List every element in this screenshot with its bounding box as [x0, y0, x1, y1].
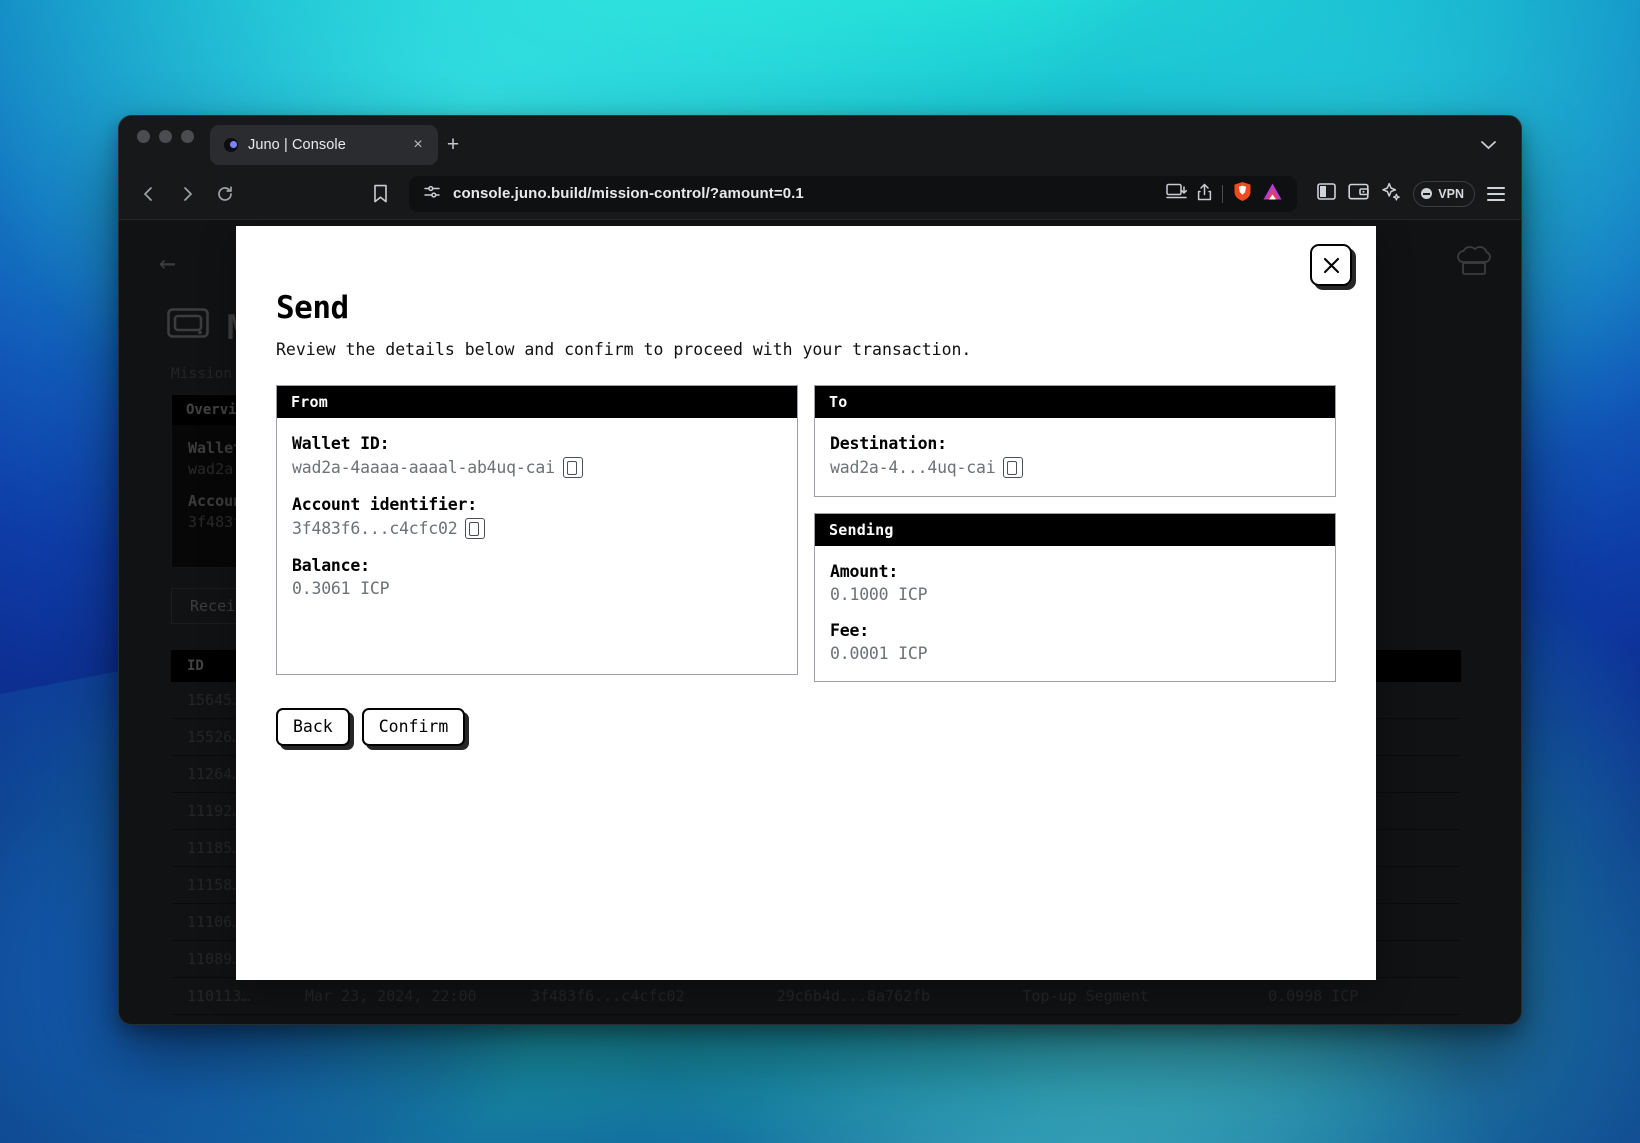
fee-value: 0.0001 ICP — [830, 644, 928, 663]
save-to-device-icon[interactable] — [1166, 183, 1188, 204]
amount-value-row: 0.1000 ICP — [830, 585, 1320, 604]
chevron-down-icon[interactable] — [1477, 134, 1499, 156]
copy-icon[interactable] — [1003, 457, 1024, 478]
back-button[interactable]: Back — [276, 708, 350, 746]
sending-card-body: Amount: 0.1000 ICP Fee: 0.0001 ICP — [815, 546, 1335, 681]
from-card-body: Wallet ID: wad2a-4aaaa-aaaal-ab4uq-cai A… — [277, 418, 797, 616]
fee-field: Fee: 0.0001 ICP — [830, 621, 1320, 663]
minimize-window-button[interactable] — [159, 129, 172, 143]
toolbar-divider — [1222, 184, 1224, 203]
copy-icon[interactable] — [562, 457, 583, 478]
to-card-header: To — [815, 386, 1335, 418]
destination-label: Destination: — [830, 434, 947, 453]
bookmark-icon[interactable] — [365, 179, 395, 209]
balance-label: Balance: — [292, 556, 370, 575]
vpn-button[interactable]: VPN — [1413, 180, 1475, 207]
close-modal-button[interactable] — [1310, 244, 1352, 286]
wallet-icon[interactable] — [1348, 182, 1370, 205]
tab-title: Juno | Console — [248, 137, 346, 153]
modal-left-column: From Wallet ID: wad2a-4aaaa-aaaal-ab4uq-… — [276, 385, 798, 682]
balance-value: 0.3061 ICP — [292, 579, 390, 598]
confirm-button[interactable]: Confirm — [361, 708, 466, 746]
maximize-window-button[interactable] — [181, 129, 194, 143]
address-bar[interactable]: console.juno.build/mission-control/?amou… — [409, 175, 1298, 212]
vpn-label: VPN — [1438, 186, 1464, 201]
sidebar-toggle-icon[interactable] — [1317, 182, 1337, 205]
modal-title: Send — [276, 290, 349, 326]
account-identifier-label: Account identifier: — [292, 495, 477, 514]
browser-window: Juno | Console × + console.juno.build/mi… — [118, 115, 1522, 1025]
copy-icon[interactable] — [465, 518, 486, 539]
destination-field: Destination: wad2a-4...4uq-cai — [830, 434, 1320, 478]
wallet-id-field: Wallet ID: wad2a-4aaaa-aaaal-ab4uq-cai — [292, 434, 782, 478]
account-identifier-value: 3f483f6...c4cfc02 — [292, 519, 458, 538]
brave-shields-icon[interactable] — [1233, 181, 1252, 206]
fee-value-row: 0.0001 ICP — [830, 644, 1320, 663]
url-text: console.juno.build/mission-control/?amou… — [453, 185, 804, 202]
address-bar-actions — [1166, 181, 1287, 206]
close-window-button[interactable] — [137, 129, 150, 143]
window-controls — [137, 116, 194, 168]
modal-actions: Back Confirm — [276, 708, 1336, 746]
extension-icon[interactable] — [1262, 182, 1283, 205]
favicon-icon — [224, 138, 238, 152]
wallet-id-label: Wallet ID: — [292, 434, 390, 453]
balance-field: Balance: 0.3061 ICP — [292, 556, 782, 598]
to-card-body: Destination: wad2a-4...4uq-cai — [815, 418, 1335, 496]
send-modal: Send Review the details below and confir… — [236, 226, 1376, 980]
amount-value: 0.1000 ICP — [830, 585, 928, 604]
balance-value-row: 0.3061 ICP — [292, 579, 782, 598]
back-icon[interactable] — [133, 178, 165, 210]
vpn-status-icon — [1421, 188, 1433, 199]
amount-label: Amount: — [830, 562, 899, 581]
destination-value-row: wad2a-4...4uq-cai — [830, 457, 1320, 478]
close-icon[interactable]: × — [408, 135, 428, 155]
site-settings-icon[interactable] — [423, 183, 441, 205]
share-icon[interactable] — [1197, 183, 1212, 205]
fee-label: Fee: — [830, 621, 869, 640]
wallet-id-value-row: wad2a-4aaaa-aaaal-ab4uq-cai — [292, 457, 782, 478]
sending-card-header: Sending — [815, 514, 1335, 546]
new-tab-button[interactable]: + — [438, 125, 468, 165]
modal-description: Review the details below and confirm to … — [276, 340, 972, 359]
sending-card: Sending Amount: 0.1000 ICP Fee: 0.0001 I… — [814, 513, 1336, 682]
forward-icon[interactable] — [171, 178, 203, 210]
from-card-header: From — [277, 386, 797, 418]
browser-toolbar: console.juno.build/mission-control/?amou… — [119, 168, 1521, 220]
modal-cards: From Wallet ID: wad2a-4aaaa-aaaal-ab4uq-… — [276, 385, 1336, 682]
browser-menu-icon[interactable] — [1487, 186, 1505, 201]
reload-icon[interactable] — [209, 178, 241, 210]
account-identifier-field: Account identifier: 3f483f6...c4cfc02 — [292, 495, 782, 539]
account-identifier-value-row: 3f483f6...c4cfc02 — [292, 518, 782, 539]
amount-field: Amount: 0.1000 ICP — [830, 562, 1320, 604]
browser-tab[interactable]: Juno | Console × — [210, 125, 438, 165]
destination-value: wad2a-4...4uq-cai — [830, 458, 996, 477]
wallet-id-value: wad2a-4aaaa-aaaal-ab4uq-cai — [292, 458, 555, 477]
close-icon — [1323, 257, 1339, 273]
browser-tab-strip: Juno | Console × + — [119, 116, 1521, 168]
toolbar-right-actions: VPN — [1303, 180, 1505, 207]
page-viewport: ← Mission Control Mission control Overvi… — [119, 220, 1521, 1024]
leo-ai-icon[interactable] — [1381, 182, 1401, 206]
to-card: To Destination: wad2a-4...4uq-cai — [814, 385, 1336, 497]
modal-right-column: To Destination: wad2a-4...4uq-cai Sendin… — [814, 385, 1336, 682]
from-card: From Wallet ID: wad2a-4aaaa-aaaal-ab4uq-… — [276, 385, 798, 675]
